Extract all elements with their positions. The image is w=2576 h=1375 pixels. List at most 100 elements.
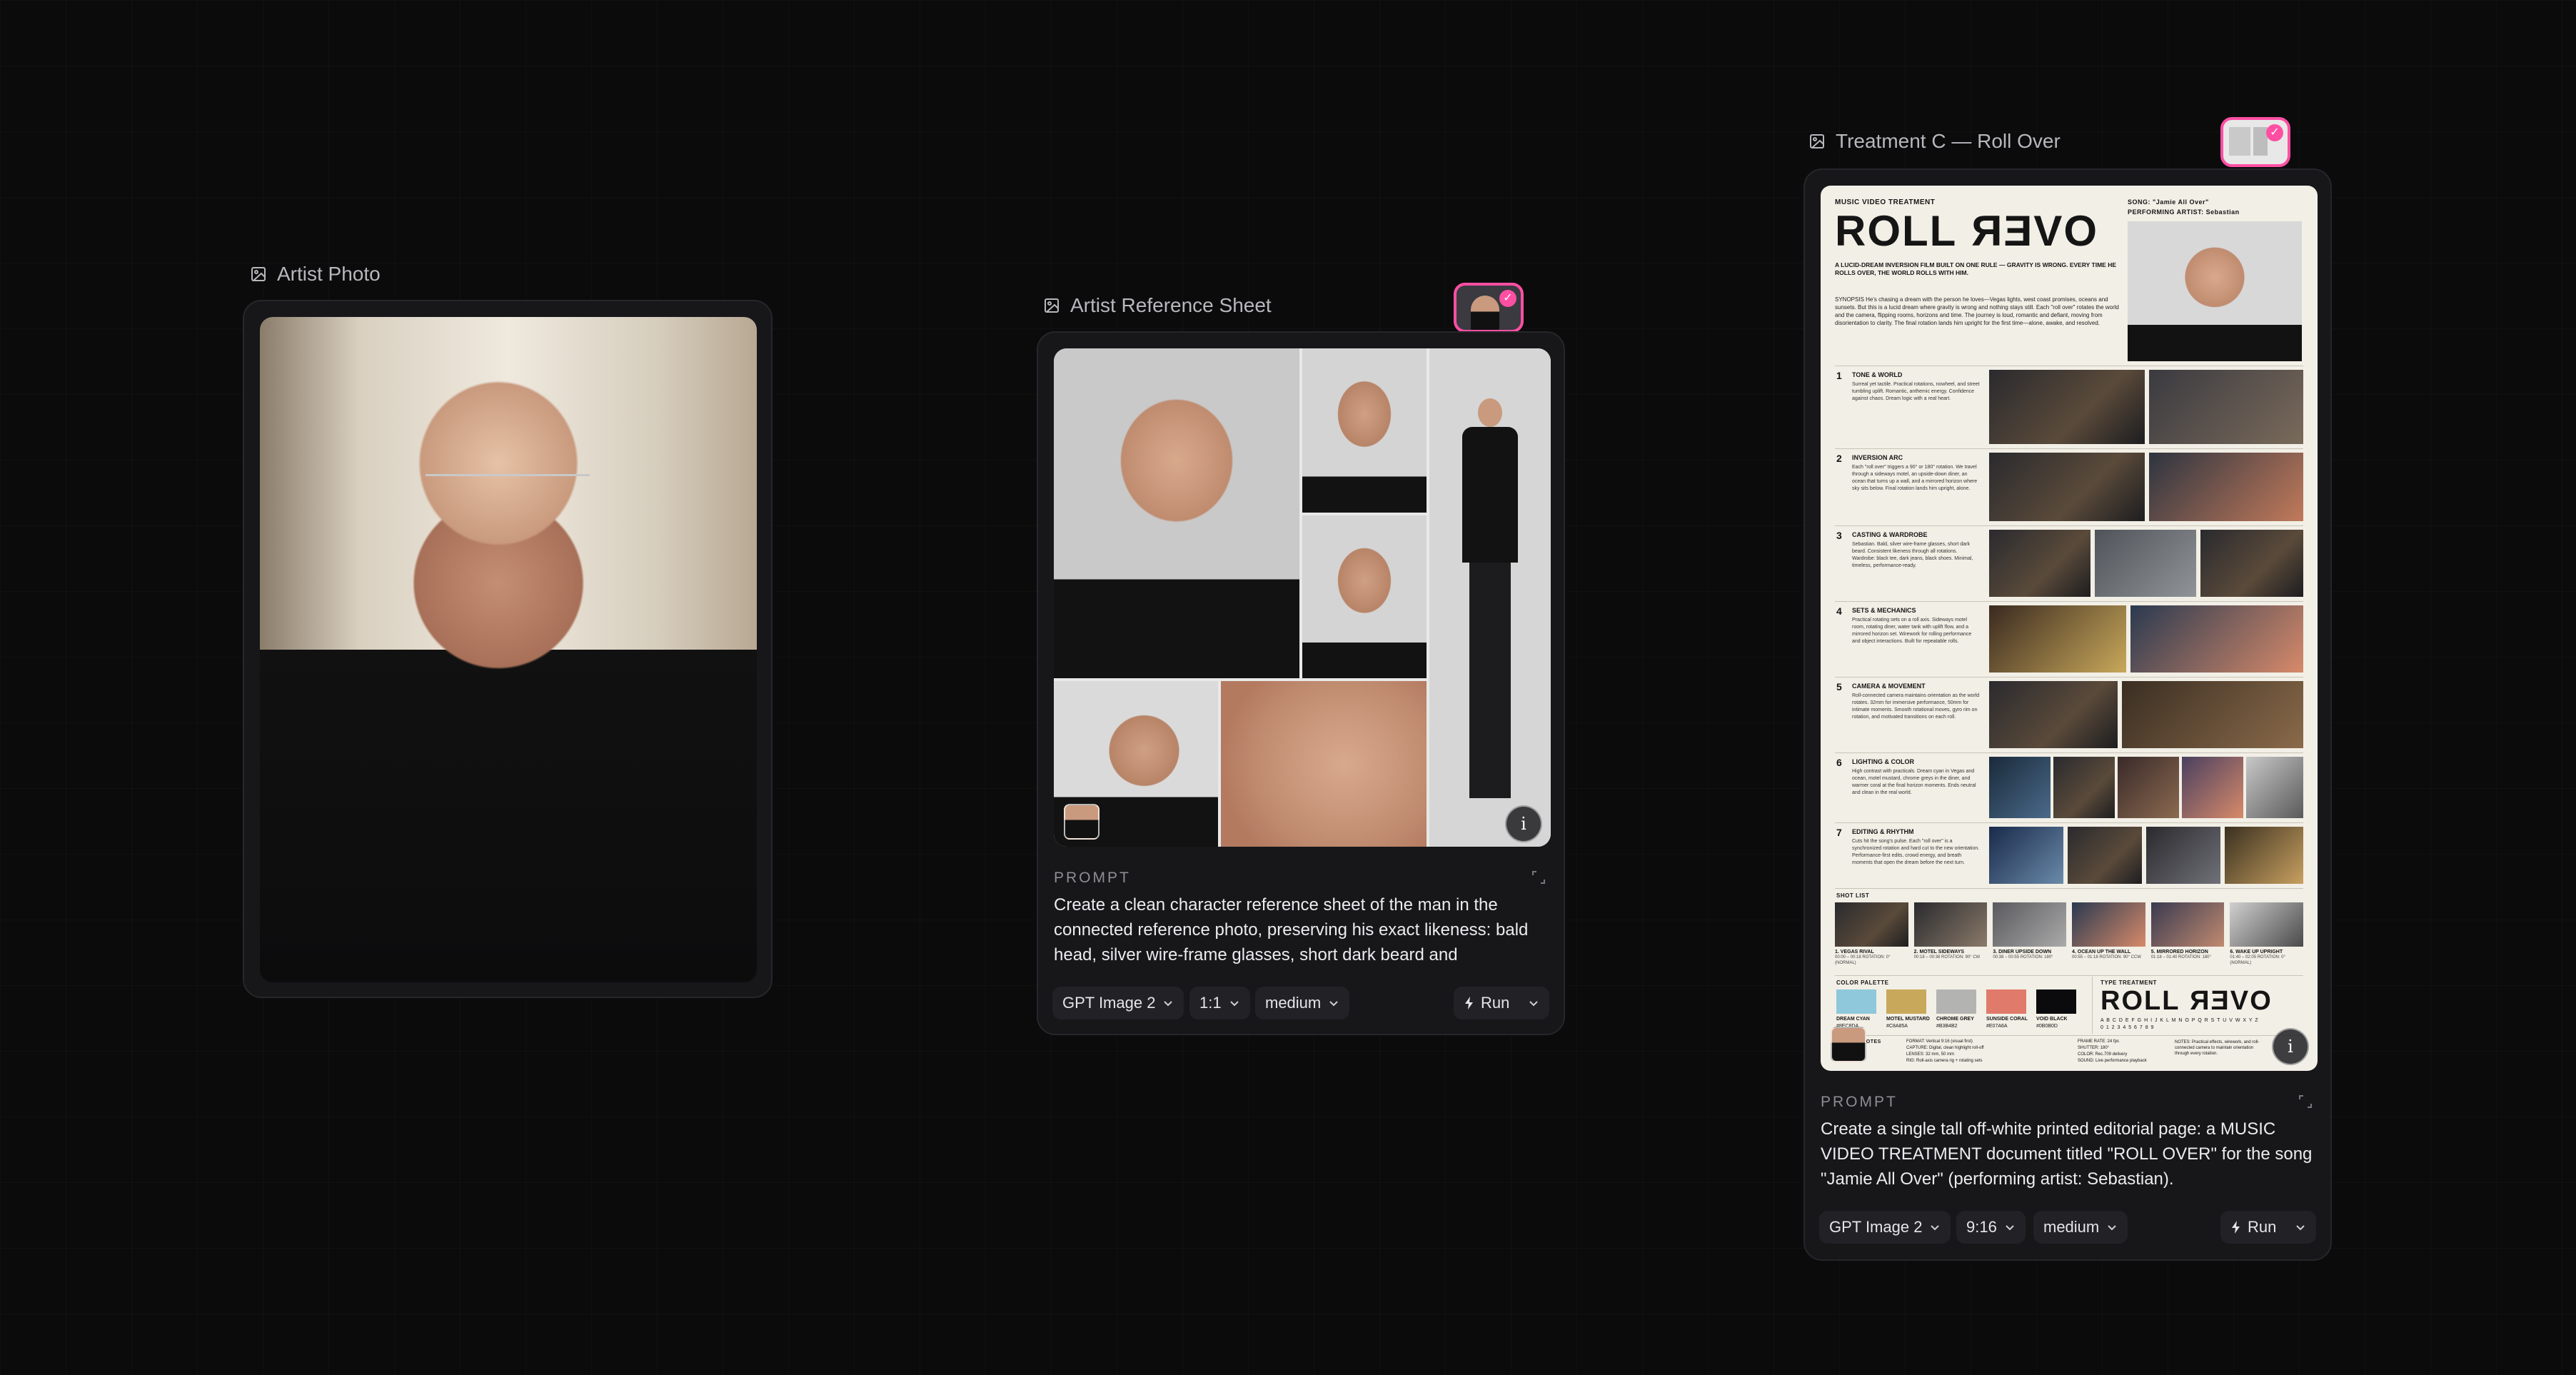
palette-name: VOID BLACK	[2036, 1017, 2068, 1022]
ratio-label: 1:1	[1199, 994, 1222, 1012]
section-number: 5	[1836, 681, 1842, 692]
section-still	[1989, 370, 2145, 444]
section-title: LIGHTING & COLOR	[1852, 758, 1914, 765]
aspect-ratio-select[interactable]: 9:16	[1956, 1211, 2026, 1244]
quality-label: medium	[1265, 994, 1322, 1012]
section-still	[2053, 757, 2115, 818]
artist-photo-card[interactable]	[243, 300, 773, 998]
model-label: GPT Image 2	[1829, 1218, 1923, 1236]
tech-line: LENSES: 32 mm, 50 mm	[1906, 1052, 1955, 1057]
section-still	[2246, 757, 2303, 818]
doc-title: ROLL OVER	[1835, 207, 2097, 255]
doc-artist-portrait	[2128, 221, 2302, 361]
palette-hex: #C8A85A	[1886, 1024, 1908, 1029]
bolt-icon	[1465, 997, 1473, 1009]
tech-line: COLOR: Rec.709 delivery	[2078, 1052, 2128, 1057]
section-number: 6	[1836, 757, 1842, 768]
ratio-label: 9:16	[1966, 1218, 1997, 1236]
node-title-label: Artist Reference Sheet	[1070, 294, 1272, 316]
check-icon: ✓	[1499, 290, 1516, 307]
section-body: High contrast with practicals. Dream cya…	[1852, 769, 1976, 795]
artist-photo-node-title[interactable]: Artist Photo	[250, 263, 381, 286]
shot-list: 1. VEGAS RIVAL 00:00 – 00:18 ROTATION: 0°…	[1835, 902, 2304, 971]
aspect-ratio-select[interactable]: 1:1	[1189, 987, 1250, 1019]
section-number: 4	[1836, 605, 1842, 617]
section-body: Surreal yet tactile. Practical rotations…	[1852, 382, 1980, 401]
section-still	[2118, 757, 2179, 818]
section-still	[1989, 827, 2063, 884]
palette-name: CHROME GREY	[1936, 1017, 1974, 1022]
section-still	[2130, 605, 2303, 673]
palette-swatch	[1986, 989, 2026, 1014]
doc-logline: A LUCID-DREAM INVERSION FILM BUILT ON ON…	[1835, 261, 2117, 276]
chevron-down-icon	[1229, 1001, 1239, 1007]
section-body: Cuts hit the song's pulse. Each "roll ov…	[1852, 839, 1980, 865]
run-button[interactable]: Run	[2220, 1211, 2317, 1244]
run-label: Run	[2248, 1218, 2277, 1236]
prompt-label: PROMPT	[1821, 1094, 1898, 1110]
palette-hex: #E07A6A	[1986, 1024, 2008, 1029]
run-label: Run	[1481, 994, 1510, 1012]
tech-line: SHUTTER: 180°	[2078, 1046, 2110, 1050]
run-button[interactable]: Run	[1454, 987, 1550, 1019]
palette-swatch	[1936, 989, 1976, 1014]
info-icon[interactable]: i	[1505, 805, 1542, 842]
image-icon	[251, 267, 266, 281]
image-icon	[1045, 298, 1059, 313]
image-icon	[1810, 134, 1824, 148]
type-digits: 0 1 2 3 4 5 6 7 8 9	[2100, 1025, 2155, 1030]
tech-line: CAPTURE: Digital, clean highlight roll-o…	[1906, 1046, 1984, 1050]
treatment-card[interactable]: MUSIC VIDEO TREATMENT ROLL OVER A LUCID-…	[1803, 168, 2332, 1261]
model-select[interactable]: GPT Image 2	[1052, 987, 1184, 1019]
quality-select[interactable]: medium	[2033, 1211, 2128, 1244]
bolt-icon	[2232, 1221, 2240, 1234]
model-select[interactable]: GPT Image 2	[1819, 1211, 1951, 1244]
shot-list-label: SHOT LIST	[1836, 892, 1870, 899]
shot-item: 6. WAKE UP UPRIGHT 01:40 – 02:05 ROTATION…	[2230, 902, 2304, 971]
reference-sheet-node-title[interactable]: Artist Reference Sheet	[1043, 294, 1272, 317]
section-title: EDITING & RHYTHM	[1852, 828, 1914, 835]
treatment-node-title[interactable]: Treatment C — Roll Over	[1808, 130, 2061, 153]
section-still	[2068, 827, 2142, 884]
connected-reference-thumbnail[interactable]: ✓	[2220, 117, 2290, 167]
artist-photo-image	[260, 317, 757, 982]
quality-label: medium	[2043, 1218, 2100, 1236]
treatment-input-thumbnail[interactable]	[1831, 1027, 1866, 1062]
chevron-down-icon	[1931, 1225, 1940, 1231]
chevron-down-icon[interactable]	[2295, 1222, 2306, 1233]
quality-select[interactable]: medium	[1255, 987, 1350, 1019]
reference-sheet-card[interactable]: i PROMPT Create a clean character refere…	[1037, 331, 1565, 1035]
section-still	[2225, 827, 2303, 884]
ref-full-body	[1429, 348, 1551, 847]
section-still	[2095, 530, 2196, 597]
prompt-text[interactable]: Create a clean character reference sheet…	[1054, 892, 1554, 968]
ref-input-thumbnail[interactable]	[1064, 804, 1100, 840]
doc-artist: PERFORMING ARTIST: Sebastian	[2128, 208, 2240, 216]
section-body: Sebastian. Bald, silver wire-frame glass…	[1852, 542, 1973, 568]
shot-item: 4. OCEAN UP THE WALL 00:55 – 01:18 ROTATI…	[2072, 902, 2145, 971]
chevron-down-icon[interactable]	[1528, 997, 1539, 1009]
section-title: CAMERA & MOVEMENT	[1852, 683, 1926, 690]
section-body: Practical rotating sets on a roll axis. …	[1852, 618, 1972, 644]
expand-icon[interactable]	[1531, 870, 1546, 885]
connected-reference-thumbnail[interactable]: ✓	[1454, 283, 1524, 333]
tech-line: SOUND: Live performance playback	[2078, 1059, 2147, 1063]
chevron-down-icon	[1329, 1001, 1338, 1007]
ref-profile-back	[1302, 515, 1427, 678]
ref-front-portrait	[1054, 348, 1299, 678]
shot-item: 3. DINER UPSIDE DOWN 00:38 – 00:55 ROTATI…	[1993, 902, 2067, 971]
prompt-text[interactable]: Create a single tall off-white printed e…	[1821, 1117, 2323, 1192]
palette-hex: #0B0B0D	[2036, 1024, 2058, 1029]
section-still	[2122, 681, 2303, 748]
palette-name: DREAM CYAN	[1836, 1017, 1870, 1022]
reference-sheet-image	[1054, 348, 1551, 847]
section-body: Roll-connected camera maintains orientat…	[1852, 693, 1980, 720]
node-title-label: Artist Photo	[277, 263, 381, 285]
expand-icon[interactable]	[2298, 1094, 2313, 1109]
palette-name: MOTEL MUSTARD	[1886, 1017, 1930, 1022]
section-number: 1	[1836, 370, 1842, 381]
palette-hex: #B3B4B2	[1936, 1024, 1958, 1029]
check-icon: ✓	[2266, 124, 2283, 141]
ref-closeup	[1221, 681, 1427, 847]
info-icon[interactable]: i	[2272, 1028, 2309, 1065]
